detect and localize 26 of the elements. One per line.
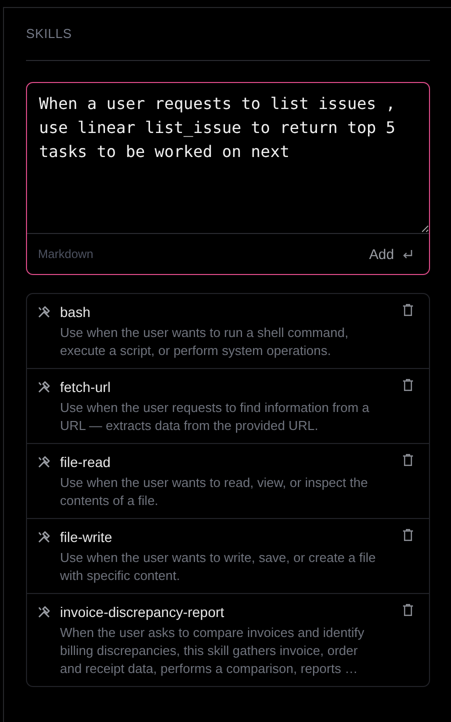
trash-icon[interactable] (403, 454, 413, 466)
enter-icon (402, 248, 413, 260)
skill-editor[interactable]: When a user requests to list issues , use linear list_issue to return top 5 tasks to be worked on next Markdown Add (26, 82, 430, 275)
skill-name: fetch-url (60, 378, 112, 396)
add-button[interactable]: Add (365, 244, 417, 264)
skill-name: file-write (60, 528, 114, 546)
skill-description: Use when the user wants to run a shell command, execute a script, or perform system operations. (60, 324, 350, 360)
skill-name: invoice-discrepancy-report (60, 603, 226, 621)
skill-description: Use when the user requests to find information from a URL — extracts data from the provided URL. (60, 399, 370, 435)
tools-icon (38, 381, 50, 393)
tools-icon (38, 531, 50, 543)
skill-name: file-read (60, 453, 112, 471)
trash-icon[interactable] (403, 304, 413, 316)
section-heading: SKILLS (26, 25, 73, 43)
tools-icon (38, 606, 50, 618)
trash-icon[interactable] (403, 529, 413, 541)
skill-input-field[interactable]: When a user requests to list issues , use linear list_issue to return top 5 tasks to be worked on next (27, 83, 429, 234)
format-label: Markdown (38, 247, 94, 261)
trash-icon[interactable] (403, 379, 413, 391)
trash-icon[interactable] (403, 604, 413, 616)
tools-icon (38, 456, 50, 468)
tools-icon (38, 306, 50, 318)
skill-description: Use when the user wants to read, view, or inspect the contents of a file. (60, 474, 369, 510)
skill-description: Use when the user wants to write, save, or create a file with specific content. (60, 549, 377, 585)
skill-description: When the user asks to compare invoices and identify billing discrepancies, this skill gathers invoice, order and receipt data, performs a comparison, reports … (60, 624, 366, 678)
skill-name: bash (60, 303, 92, 321)
